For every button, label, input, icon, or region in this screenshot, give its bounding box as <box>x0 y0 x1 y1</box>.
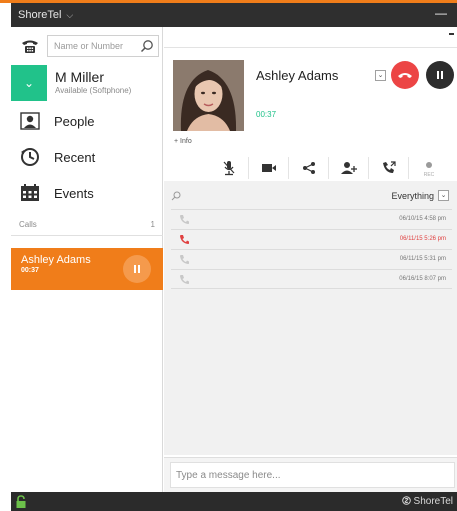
sidebar-item-recent[interactable]: Recent <box>11 142 163 172</box>
filter-dropdown-button[interactable]: ⌄ <box>438 190 449 201</box>
message-composer: Type a message here... <box>164 457 457 492</box>
calendar-icon <box>19 182 41 204</box>
mute-button[interactable] <box>209 157 249 179</box>
chevron-down-icon: ⌄ <box>23 76 35 90</box>
brand-logo: ShoreTel <box>401 496 453 507</box>
brand-name: ShoreTel <box>413 496 453 507</box>
phone-icon[interactable] <box>21 38 39 54</box>
brand-mark-icon <box>401 496 411 505</box>
history-date: 06/11/15 5:26 pm <box>399 236 446 242</box>
history-date: 06/11/15 5:31 pm <box>399 256 446 262</box>
status-bar: ShoreTel <box>11 492 457 511</box>
incoming-call-icon <box>180 215 189 224</box>
add-person-icon <box>340 162 357 174</box>
record-label: REC <box>423 172 435 178</box>
user-name: M Miller <box>55 69 104 85</box>
user-status: Available (Softphone) <box>55 86 132 95</box>
clock-icon <box>19 146 41 168</box>
hold-call-button[interactable] <box>123 255 151 283</box>
search-row: Name or Number <box>11 32 163 60</box>
transfer-icon <box>382 161 396 173</box>
history-date: 06/16/15 8:07 pm <box>399 276 446 282</box>
title-menu-chevron-icon[interactable]: ⌵ <box>66 10 73 21</box>
sidebar: Name or Number ⌄ M Miller Available (Sof… <box>11 27 163 492</box>
transfer-button[interactable] <box>369 157 409 179</box>
pause-call-button[interactable] <box>426 61 454 89</box>
history-filter-select[interactable]: Everything <box>391 191 434 201</box>
sidebar-item-label: Recent <box>54 149 96 165</box>
video-button[interactable] <box>249 157 289 179</box>
contact-dropdown-button[interactable]: ⌄ <box>375 70 386 81</box>
active-call-item[interactable]: Ashley Adams 00:37 <box>11 248 163 290</box>
call-history-panel: Everything ⌄ 06/10/15 4:58 pm 06/11/15 5… <box>164 181 457 455</box>
history-row[interactable]: 06/11/15 5:31 pm <box>171 249 452 269</box>
contact-name: Ashley Adams <box>256 68 339 83</box>
shoretel-window: ShoreTel ⌵ — Name or Number ⌄ M Miller A… <box>0 0 457 511</box>
calls-label: Calls <box>19 220 37 229</box>
pause-icon <box>437 71 443 79</box>
search-icon[interactable] <box>140 39 154 53</box>
active-call-name: Ashley Adams <box>21 254 91 266</box>
history-row-missed[interactable]: 06/11/15 5:26 pm <box>171 229 452 249</box>
presence-toggle-button[interactable]: ⌄ <box>11 65 47 101</box>
history-filter-row: Everything ⌄ <box>164 187 457 205</box>
pause-icon <box>134 265 140 273</box>
call-timer: 00:37 <box>256 110 277 119</box>
info-link[interactable]: + Info <box>174 138 192 145</box>
search-icon[interactable] <box>171 191 181 201</box>
history-date: 06/10/15 4:58 pm <box>399 216 446 222</box>
title-bar: ShoreTel ⌵ — <box>11 3 457 27</box>
history-row[interactable]: 06/10/15 4:58 pm <box>171 209 452 229</box>
missed-call-icon <box>180 235 189 244</box>
sidebar-item-label: People <box>54 113 95 129</box>
sidebar-item-label: Events <box>54 185 94 201</box>
add-participant-button[interactable] <box>329 157 369 179</box>
sidebar-item-events[interactable]: Events <box>11 178 163 208</box>
minimize-button[interactable]: — <box>435 6 447 20</box>
message-input[interactable]: Type a message here... <box>170 462 455 488</box>
app-title: ShoreTel <box>18 9 62 21</box>
incoming-call-icon <box>180 255 189 264</box>
sidebar-item-people[interactable]: People <box>11 106 163 136</box>
hangup-icon <box>398 73 412 78</box>
share-button[interactable] <box>289 157 329 179</box>
calls-section-header: Calls 1 <box>11 220 163 236</box>
mute-mic-icon <box>223 161 234 176</box>
record-icon <box>426 162 432 168</box>
history-row[interactable]: 06/16/15 8:07 pm <box>171 269 452 289</box>
video-icon <box>261 164 276 172</box>
share-icon <box>302 162 315 174</box>
call-pane: Ashley Adams ⌄ 00:37 + Info REC Everythi… <box>164 27 457 492</box>
contact-photo <box>173 60 244 131</box>
record-button[interactable]: REC <box>409 157 449 179</box>
search-placeholder: Name or Number <box>54 41 124 51</box>
pane-menu-handle[interactable] <box>449 33 454 35</box>
lock-icon[interactable] <box>15 495 27 509</box>
active-call-duration: 00:37 <box>21 267 39 274</box>
divider <box>164 47 457 48</box>
incoming-call-icon <box>180 275 189 284</box>
history-list: 06/10/15 4:58 pm 06/11/15 5:26 pm 06/11/… <box>171 209 452 289</box>
call-toolbar: REC <box>209 157 449 179</box>
person-icon <box>19 110 41 132</box>
calls-count: 1 <box>150 220 155 229</box>
hangup-button[interactable] <box>391 61 419 89</box>
search-input[interactable]: Name or Number <box>47 35 159 57</box>
user-presence-row[interactable]: ⌄ M Miller Available (Softphone) <box>11 65 163 101</box>
message-placeholder: Type a message here... <box>176 470 281 481</box>
